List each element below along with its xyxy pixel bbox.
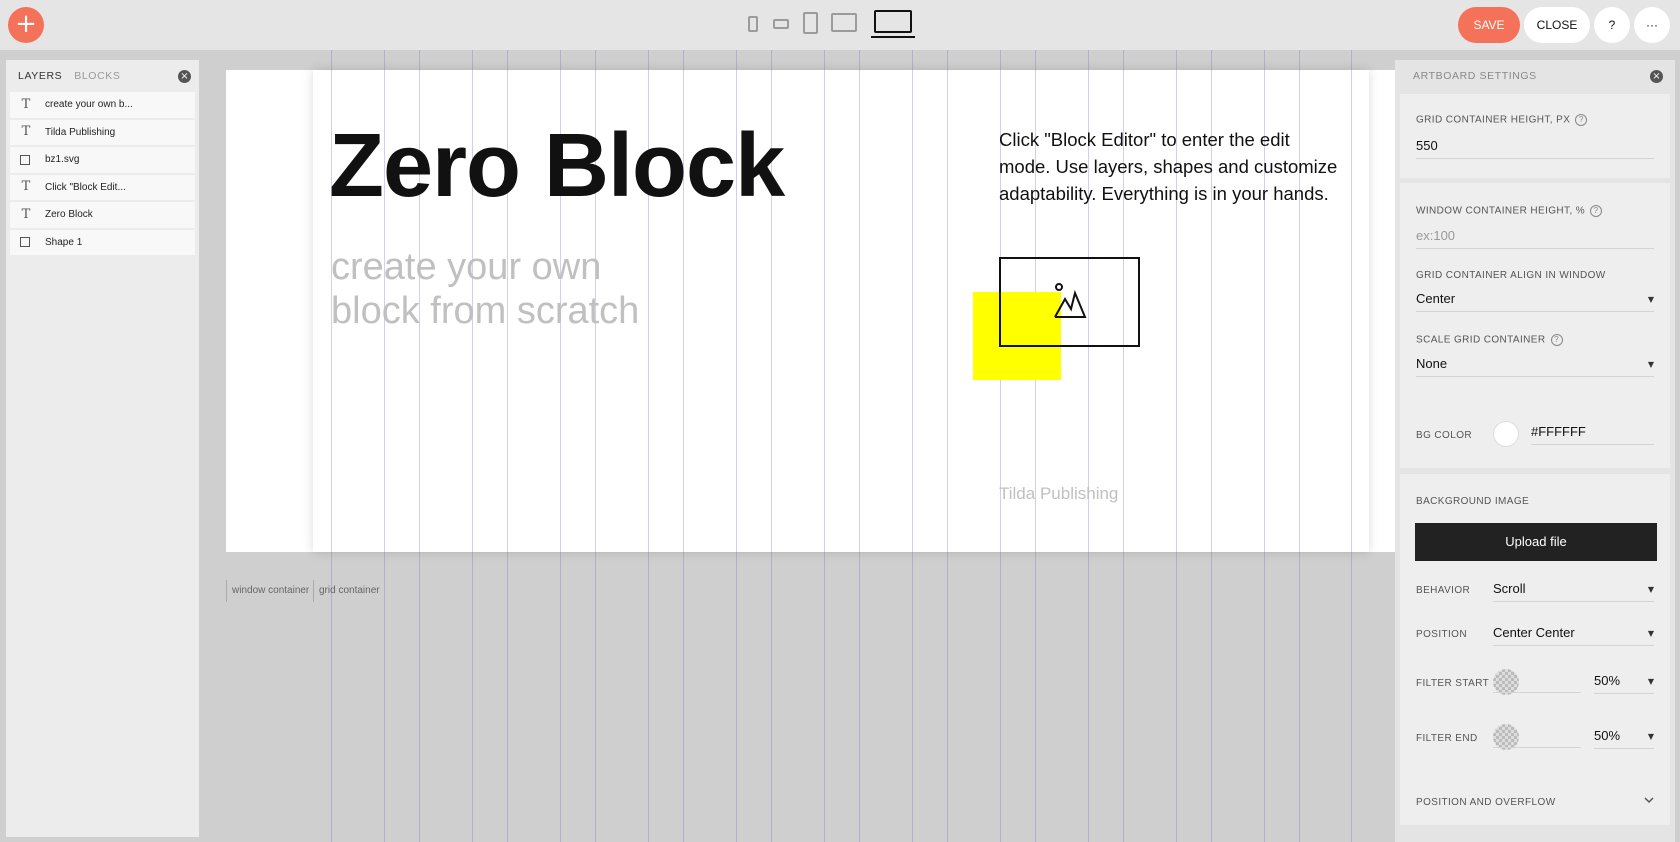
image-placeholder-icon [1054,283,1087,318]
position-overflow-label: POSITION AND OVERFLOW [1416,797,1556,808]
layer-label: Shape 1 [45,236,83,248]
layer-item[interactable]: T Zero Block [10,202,195,228]
top-actions: SAVE CLOSE ? ··· [1458,7,1670,43]
dropdown-arrow-icon: ▼ [1647,360,1654,369]
grid-height-label: GRID CONTAINER HEIGHT, PX? [1416,114,1588,126]
grid-height-input[interactable]: 550 [1416,138,1654,159]
save-button[interactable]: SAVE [1458,7,1520,43]
window-height-input[interactable]: ex:100 [1416,228,1654,249]
dropdown-arrow-icon: ▼ [1647,677,1654,686]
add-element-button[interactable]: + [8,7,44,43]
tablet-landscape-icon[interactable] [831,13,857,32]
behavior-label: BEHAVIOR [1416,585,1471,596]
behavior-select[interactable]: Scroll ▼ [1493,581,1654,602]
help-icon[interactable]: ? [1550,334,1563,346]
bg-color-label: BG COLOR [1416,430,1472,441]
layer-item[interactable]: T Tilda Publishing [10,119,195,145]
layer-label: create your own b... [45,99,133,111]
grid-container-label: grid container [313,580,380,602]
text-layer-icon: T [21,96,31,112]
close-icon[interactable]: × [178,70,191,83]
dropdown-arrow-icon: ▼ [1647,585,1654,594]
filter-start-opacity[interactable]: 50% ▼ [1594,673,1654,694]
background-image-section: BACKGROUND IMAGE Upload file BEHAVIOR Sc… [1400,474,1670,809]
layer-label: Click "Block Edit... [45,181,126,193]
dropdown-arrow-icon: ▼ [1647,295,1654,304]
close-button[interactable]: CLOSE [1524,7,1590,43]
phone-portrait-icon[interactable] [748,16,758,32]
help-icon[interactable]: ? [1575,114,1588,126]
filter-start-label: FILTER START [1416,678,1490,689]
headline-text[interactable]: Zero Block [329,116,785,216]
align-select[interactable]: Center ▼ [1416,291,1654,312]
position-overflow-section[interactable]: POSITION AND OVERFLOW [1400,780,1670,825]
bg-color-input[interactable]: #FFFFFF [1531,424,1654,445]
panel-title: ARTBOARD SETTINGS [1413,70,1537,82]
artboard-settings-panel: ARTBOARD SETTINGS × GRID CONTAINER HEIGH… [1395,60,1675,842]
top-toolbar: + SAVE CLOSE ? ··· [0,0,1680,50]
scale-label: SCALE GRID CONTAINER? [1416,334,1563,346]
text-layer-icon: T [21,179,31,195]
phone-landscape-icon[interactable] [773,19,789,29]
chevron-down-icon [1644,797,1654,804]
filter-end-opacity[interactable]: 50% ▼ [1594,728,1654,749]
scale-select[interactable]: None ▼ [1416,356,1654,377]
layer-item[interactable]: T Click "Block Edit... [10,174,195,200]
layer-label: Tilda Publishing [45,126,116,138]
image-element[interactable] [999,257,1140,347]
dropdown-arrow-icon: ▼ [1647,732,1654,741]
bg-color-swatch[interactable] [1493,421,1519,447]
filter-start-underline [1493,692,1581,693]
image-layer-icon [20,154,30,165]
upload-file-button[interactable]: Upload file [1415,523,1657,561]
filter-end-label: FILTER END [1416,733,1478,744]
layers-panel-tabs: LAYERS BLOCKS [6,60,199,92]
grid-height-section: GRID CONTAINER HEIGHT, PX? 550 [1400,94,1670,178]
shape-layer-icon [20,237,30,248]
close-icon[interactable]: × [1650,70,1663,83]
position-select[interactable]: Center Center ▼ [1493,625,1654,646]
more-options-button[interactable]: ··· [1634,7,1670,43]
tab-blocks[interactable]: BLOCKS [74,70,120,82]
tablet-portrait-icon[interactable] [803,12,818,34]
layer-item[interactable]: bz1.svg [10,147,195,173]
layer-label: Zero Block [45,209,93,221]
dropdown-arrow-icon: ▼ [1647,629,1654,638]
plus-icon: + [15,9,37,39]
subheading-text[interactable]: create your own block from scratch [331,245,691,333]
desktop-icon[interactable] [874,10,912,33]
text-layer-icon: T [21,124,31,140]
window-container-label: window container [226,580,309,602]
active-device-indicator [871,36,915,38]
align-label: GRID CONTAINER ALIGN IN WINDOW [1416,270,1606,281]
position-label: POSITION [1416,629,1467,640]
layers-panel: LAYERS BLOCKS × T create your own b... T… [6,60,199,837]
bg-color-section: BG COLOR #FFFFFF [1400,398,1670,468]
layer-label: bz1.svg [45,154,80,166]
filter-end-underline [1493,747,1581,748]
tilda-publishing-text[interactable]: Tilda Publishing [999,484,1118,504]
text-layer-icon: T [21,206,31,222]
bg-image-label: BACKGROUND IMAGE [1416,496,1530,507]
window-height-label: WINDOW CONTAINER HEIGHT, %? [1416,205,1603,217]
help-button[interactable]: ? [1594,7,1630,43]
layer-item[interactable]: Shape 1 [10,229,195,255]
help-icon[interactable]: ? [1590,205,1603,217]
description-text[interactable]: Click "Block Editor" to enter the edit m… [999,126,1339,207]
layer-item[interactable]: T create your own b... [10,92,195,118]
tab-layers[interactable]: LAYERS [18,70,62,82]
